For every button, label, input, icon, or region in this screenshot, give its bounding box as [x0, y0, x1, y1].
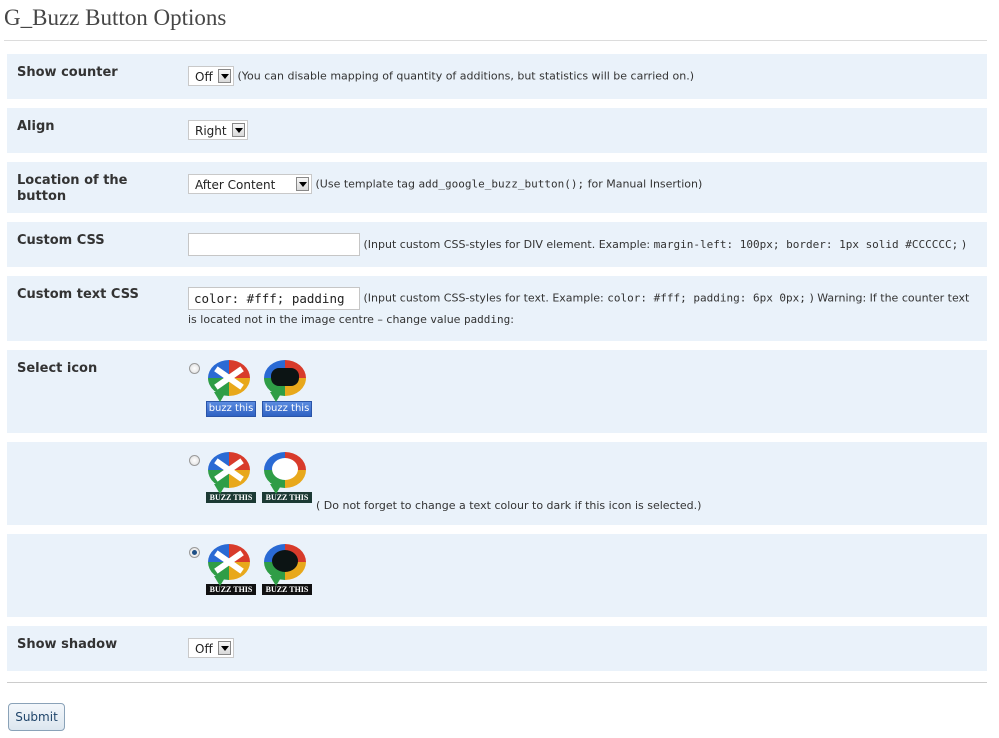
show-counter-value: Off: [195, 70, 213, 84]
row-select-icon-2: BUZZ THIS BUZZ THIS ( Do not forget to c…: [7, 442, 987, 525]
location-hint-suffix: for Manual Insertion): [587, 177, 703, 191]
custom-css-label: Custom CSS: [17, 233, 105, 248]
location-hint: (Use template tag add_google_buzz_button…: [316, 178, 703, 191]
row-select-icon-1: Select icon buzz this buzz this: [7, 350, 987, 433]
google-buzz-dark-icon: [264, 544, 306, 586]
buzz-label: buzz this: [206, 401, 256, 417]
row-custom-css: Custom CSS (Input custom CSS-styles for …: [7, 222, 987, 267]
icon-option-2-note: ( Do not forget to change a text colour …: [316, 499, 702, 512]
icon-option-2a[interactable]: BUZZ THIS: [206, 452, 258, 503]
custom-text-css-hint-code: color: #fff; padding: 6px 0px;: [607, 291, 806, 305]
icon-option-1-radio[interactable]: [189, 363, 200, 374]
google-buzz-dark-icon: [264, 360, 306, 402]
custom-text-css-hint-code2: padding: [463, 313, 511, 326]
icon-option-2-radio[interactable]: [189, 455, 200, 466]
buzz-label: buzz this: [262, 401, 312, 417]
google-buzz-icon: [208, 452, 250, 494]
custom-css-hint-suffix: ): [961, 238, 967, 251]
row-show-counter: Show counter Off (You can disable mappin…: [7, 54, 987, 99]
icon-option-3-radio[interactable]: [189, 547, 200, 558]
icon-option-2b[interactable]: BUZZ THIS: [262, 452, 314, 503]
custom-css-hint-prefix: (Input custom CSS-styles for DIV element…: [363, 238, 651, 251]
row-select-icon-3: BUZZ THIS BUZZ THIS: [7, 534, 987, 617]
row-location: Location of the button After Content (Us…: [7, 162, 987, 213]
chevron-down-icon: [296, 177, 309, 191]
icon-option-1a[interactable]: buzz this: [206, 360, 258, 417]
row-custom-text-css: Custom text CSS color: #fff; padding (In…: [7, 276, 987, 341]
show-counter-select[interactable]: Off: [188, 66, 234, 86]
show-counter-hint: (You can disable mapping of quantity of …: [237, 69, 695, 83]
custom-text-css-label: Custom text CSS: [17, 287, 139, 302]
page-title: G_Buzz Button Options: [4, 5, 227, 30]
align-select[interactable]: Right: [188, 120, 248, 140]
align-label: Align: [17, 119, 55, 134]
custom-text-css-hint-end: :: [510, 313, 515, 326]
google-buzz-white-icon: [264, 452, 306, 494]
show-shadow-select[interactable]: Off: [188, 638, 234, 658]
chevron-down-icon: [218, 641, 231, 655]
select-icon-label: Select icon: [17, 361, 98, 376]
google-buzz-icon: [208, 544, 250, 586]
show-shadow-value: Off: [195, 642, 213, 656]
row-show-shadow: Show shadow Off: [7, 626, 987, 671]
custom-css-hint: (Input custom CSS-styles for DIV element…: [364, 238, 967, 251]
location-hint-code: add_google_buzz_button();: [418, 177, 585, 191]
chevron-down-icon: [218, 69, 231, 83]
google-buzz-icon: [208, 360, 250, 402]
custom-css-input[interactable]: [188, 233, 360, 256]
custom-css-hint-code: margin-left: 100px; border: 1px solid #C…: [653, 238, 959, 251]
icon-option-3a[interactable]: BUZZ THIS: [206, 544, 258, 595]
chevron-down-icon: [232, 123, 245, 137]
show-shadow-label: Show shadow: [17, 637, 118, 652]
custom-text-css-hint-prefix: (Input custom CSS-styles for text. Examp…: [363, 291, 604, 305]
row-align: Align Right: [7, 108, 987, 153]
icon-option-1b[interactable]: buzz this: [262, 360, 314, 417]
icon-option-3b[interactable]: BUZZ THIS: [262, 544, 314, 595]
title-divider: [4, 40, 987, 41]
bottom-divider: [7, 682, 987, 683]
align-value: Right: [195, 124, 227, 138]
show-counter-label: Show counter: [17, 65, 118, 80]
location-value: After Content: [195, 178, 276, 192]
location-label: Location of the button: [17, 173, 128, 204]
submit-button[interactable]: Submit: [8, 703, 65, 731]
location-select[interactable]: After Content: [188, 174, 312, 194]
location-hint-prefix: (Use template tag: [315, 177, 416, 191]
custom-text-css-input[interactable]: color: #fff; padding: [188, 287, 360, 310]
